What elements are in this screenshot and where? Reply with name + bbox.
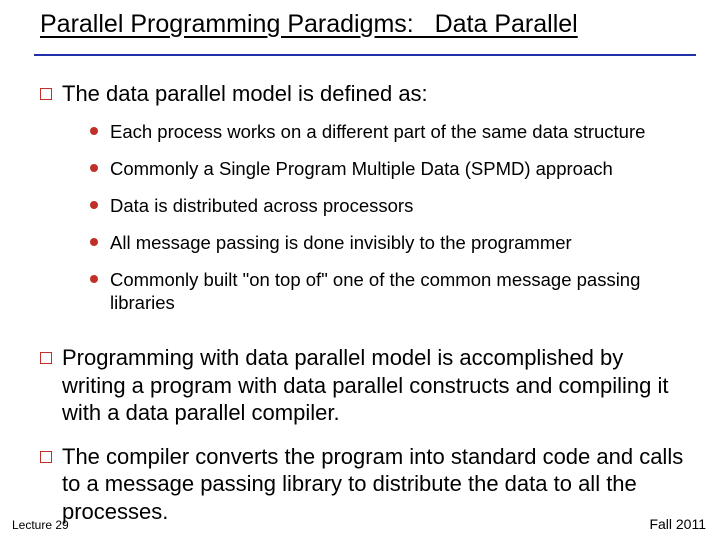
bullet-text: The compiler converts the program into s… [62, 443, 686, 526]
sub-bullet-text: Data is distributed across processors [110, 194, 413, 217]
bullet-level1: The data parallel model is defined as: E… [40, 80, 686, 328]
footer-right: Fall 2011 [649, 516, 706, 532]
sub-bullet: Commonly built "on top of" one of the co… [62, 268, 686, 314]
sub-bullet-list: Each process works on a different part o… [62, 120, 686, 315]
slide: Parallel Programming Paradigms: Data Par… [0, 0, 720, 540]
bullet-text: Programming with data parallel model is … [62, 344, 686, 427]
dot-bullet-icon [90, 127, 98, 135]
slide-title: Parallel Programming Paradigms: Data Par… [40, 10, 692, 39]
sub-bullet-text: Commonly a Single Program Multiple Data … [110, 157, 613, 180]
sub-bullet: All message passing is done invisibly to… [62, 231, 686, 254]
sub-bullet: Commonly a Single Program Multiple Data … [62, 157, 686, 180]
sub-bullet-text: Commonly built "on top of" one of the co… [110, 268, 686, 314]
dot-bullet-icon [90, 164, 98, 172]
dot-bullet-icon [90, 201, 98, 209]
bullet-level1: The compiler converts the program into s… [40, 443, 686, 526]
sub-bullet-text: All message passing is done invisibly to… [110, 231, 572, 254]
dot-bullet-icon [90, 275, 98, 283]
footer-left: Lecture 29 [12, 518, 69, 532]
square-bullet-icon [40, 352, 52, 364]
bullet-content: The data parallel model is defined as: E… [62, 80, 686, 328]
title-underline-rule [34, 54, 696, 56]
dot-bullet-icon [90, 238, 98, 246]
sub-bullet: Each process works on a different part o… [62, 120, 686, 143]
sub-bullet-text: Each process works on a different part o… [110, 120, 645, 143]
square-bullet-icon [40, 451, 52, 463]
slide-body: The data parallel model is defined as: E… [40, 80, 686, 535]
bullet-text: The data parallel model is defined as: [62, 80, 686, 108]
square-bullet-icon [40, 88, 52, 100]
sub-bullet: Data is distributed across processors [62, 194, 686, 217]
bullet-level1: Programming with data parallel model is … [40, 344, 686, 427]
